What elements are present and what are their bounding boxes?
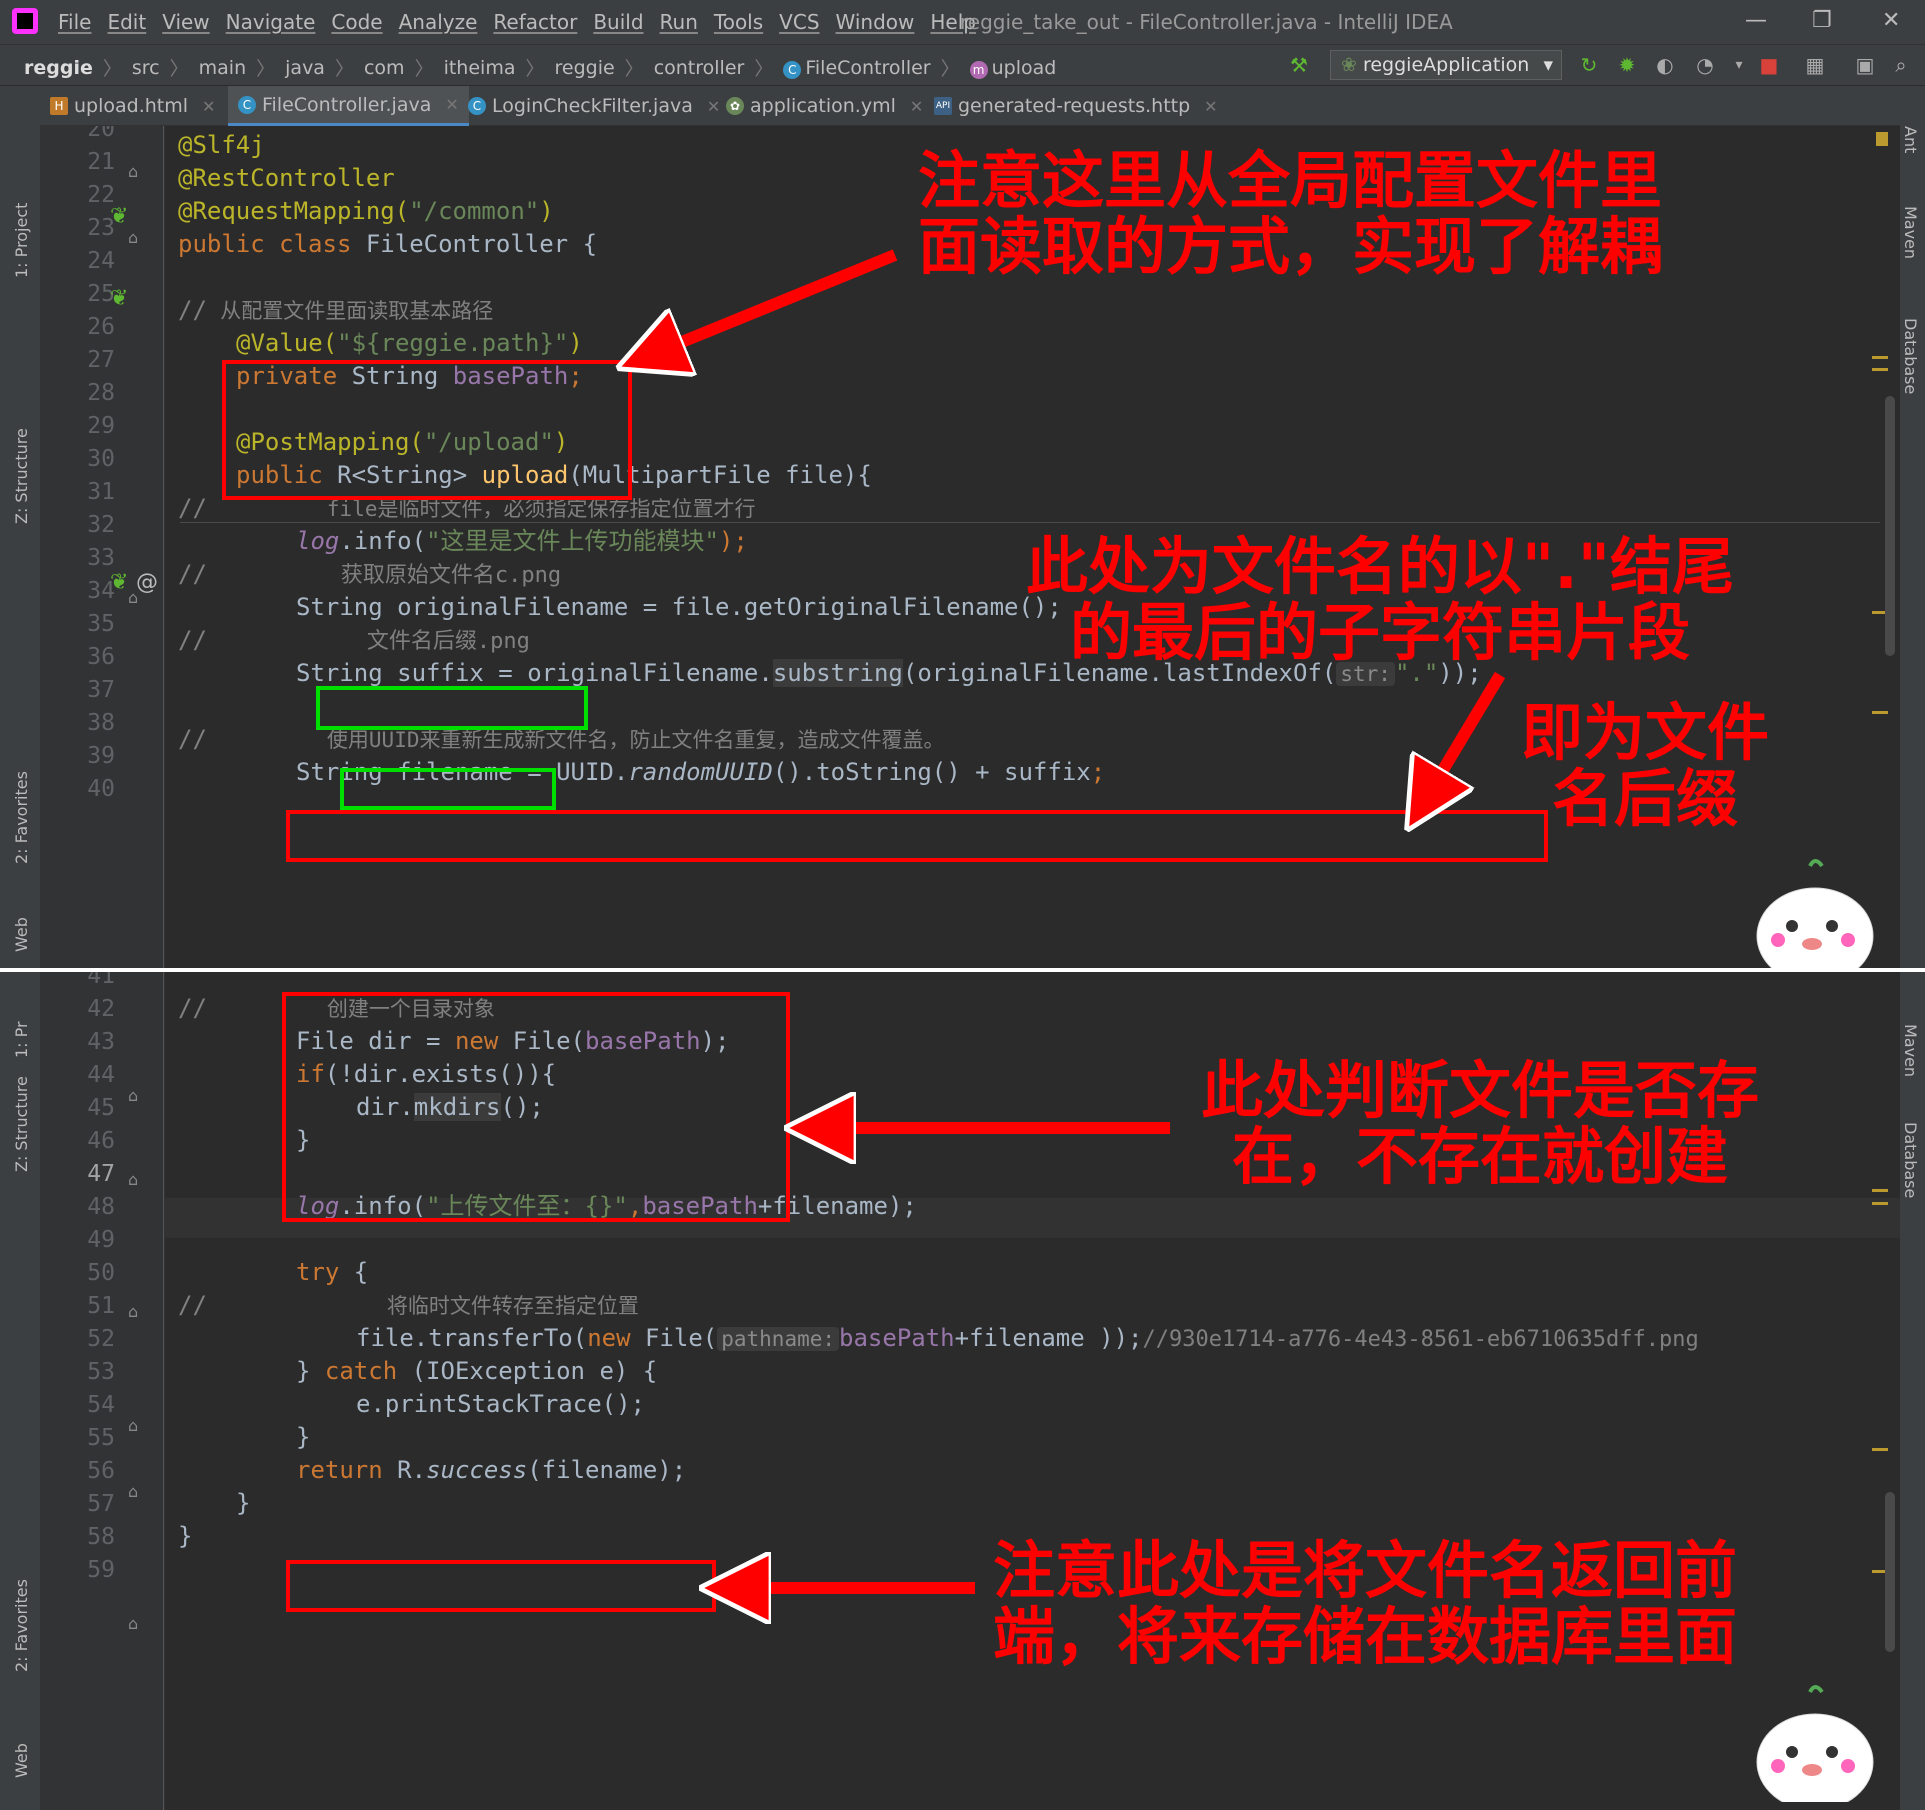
note-global-config: 注意这里从全局配置文件里面读取的方式，实现了解耦 <box>917 144 1662 283</box>
note-return-filename: 注意此处是将文件名返回前端，将来存储在数据库里面 <box>992 1534 1737 1673</box>
ide-screenshot: { "menubar": { "items": ["File","Edit","… <box>0 0 1925 1810</box>
arrow-to-basepath <box>650 249 898 355</box>
note-substring: 此处为文件名的以"."结尾的最后的子字符串片段 <box>1025 530 1735 669</box>
note-dir-exists: 此处判断文件是否存在，不存在就创建 <box>1200 1054 1759 1193</box>
arrow-to-suffix <box>1425 671 1506 800</box>
note-suffix: 即为文件名后缀 <box>1520 696 1769 835</box>
